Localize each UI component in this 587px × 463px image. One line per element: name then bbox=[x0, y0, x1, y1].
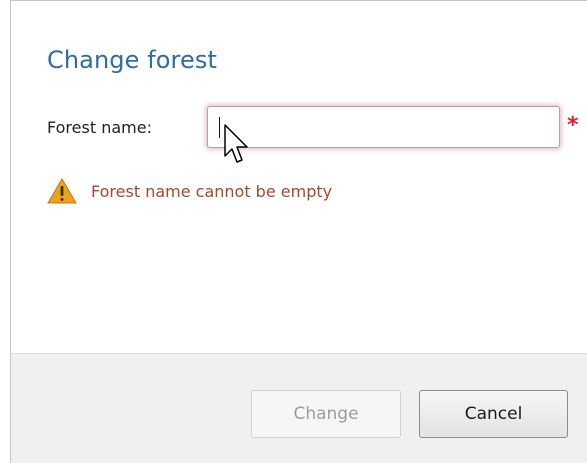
change-button[interactable]: Change bbox=[251, 390, 401, 438]
text-caret bbox=[219, 117, 220, 138]
required-indicator: * bbox=[567, 113, 579, 138]
forest-name-input-wrapper[interactable] bbox=[207, 106, 560, 148]
forest-name-input[interactable] bbox=[208, 107, 559, 147]
change-forest-dialog: Change forest Forest name: * Forest name… bbox=[0, 0, 587, 463]
cancel-button[interactable]: Cancel bbox=[419, 390, 568, 438]
validation-message: Forest name cannot be empty bbox=[47, 178, 332, 204]
forest-name-label: Forest name: bbox=[47, 118, 152, 137]
validation-message-text: Forest name cannot be empty bbox=[91, 181, 333, 201]
warning-icon bbox=[47, 178, 77, 204]
dialog-title: Change forest bbox=[47, 46, 217, 74]
